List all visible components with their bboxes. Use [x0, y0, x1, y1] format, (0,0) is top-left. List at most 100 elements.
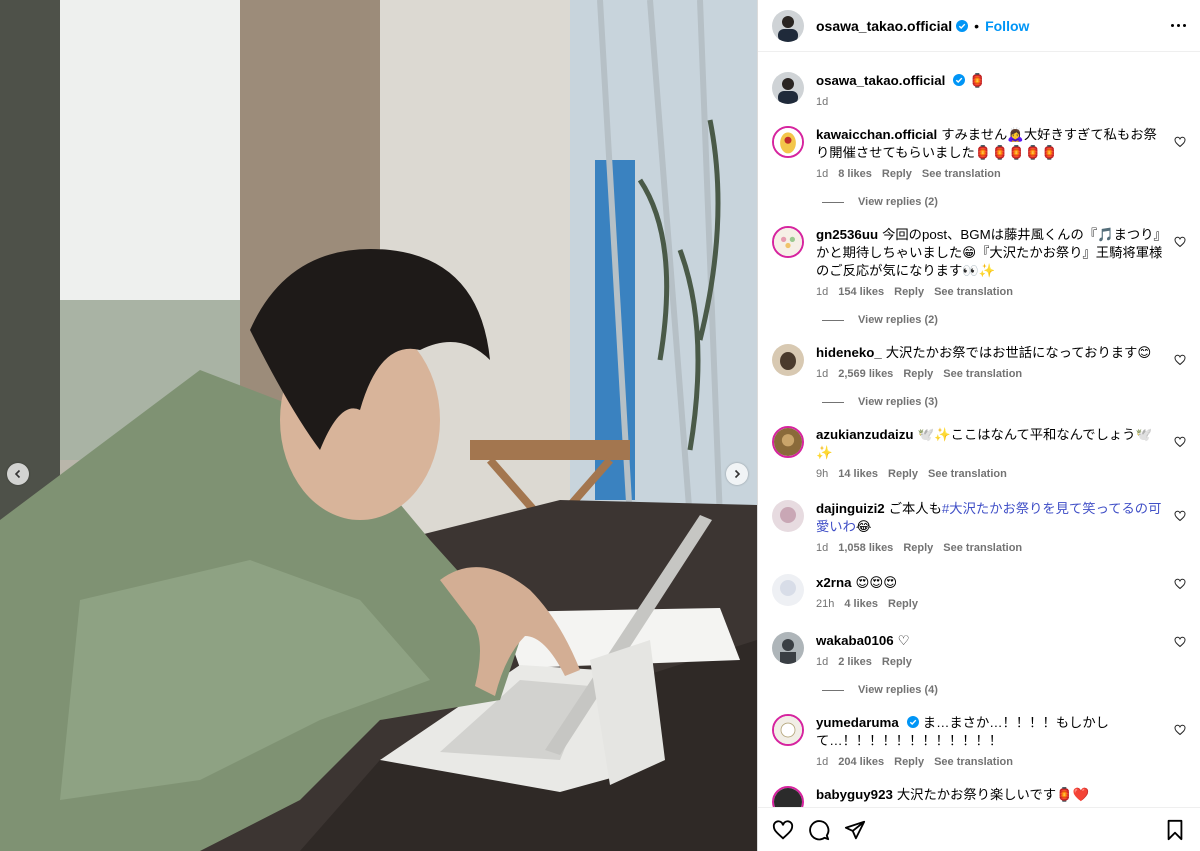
comment-time[interactable]: 1d	[816, 368, 828, 380]
reply-button[interactable]: Reply	[903, 542, 933, 554]
comment-item: yumedaruma ま…まさか…！！！！もしかして…！！！！！！！！！！！！ 1…	[772, 714, 1186, 768]
comment-item: kawaicchan.official すみません🙇‍♀️大好きすぎて私もお祭り開…	[772, 126, 1186, 180]
caption-avatar[interactable]	[772, 72, 804, 104]
commenter-avatar[interactable]	[772, 344, 804, 376]
previous-image-button[interactable]	[7, 463, 29, 485]
comment-username[interactable]: kawaicchan.official	[816, 127, 937, 142]
save-button[interactable]	[1164, 819, 1186, 841]
comment-likes[interactable]: 154 likes	[838, 286, 884, 298]
see-translation-button[interactable]: See translation	[922, 168, 1001, 180]
like-comment-heart-icon[interactable]	[1174, 136, 1186, 148]
next-image-button[interactable]	[726, 463, 748, 485]
view-replies-button[interactable]: View replies (2)	[822, 196, 1186, 208]
comment-text: ご本人も	[888, 501, 942, 516]
comment-likes[interactable]: 14 likes	[838, 468, 878, 480]
view-replies-button[interactable]: View replies (2)	[822, 314, 1186, 326]
comment-username[interactable]: yumedaruma	[816, 715, 899, 730]
comment-likes[interactable]: 1,058 likes	[838, 542, 893, 554]
reply-button[interactable]: Reply	[903, 368, 933, 380]
author-avatar[interactable]	[772, 9, 804, 42]
reply-button[interactable]: Reply	[894, 286, 924, 298]
comment-likes[interactable]: 2,569 likes	[838, 368, 893, 380]
comment-text: 大沢たかお祭り楽しいです🏮❤️	[896, 787, 1090, 802]
commenter-avatar[interactable]	[772, 500, 804, 532]
more-options-button[interactable]	[1171, 24, 1186, 27]
comment-text: 大沢たかお祭ではお世話になっております😊	[885, 345, 1152, 360]
commenter-avatar[interactable]	[772, 226, 804, 258]
view-replies-button[interactable]: View replies (3)	[822, 396, 1186, 408]
see-translation-button[interactable]: See translation	[928, 468, 1007, 480]
chevron-right-icon	[734, 469, 741, 479]
like-comment-heart-icon[interactable]	[1174, 510, 1186, 522]
commenter-avatar[interactable]	[772, 126, 804, 158]
post-side-panel: osawa_takao.official • Follow osawa_taka…	[757, 0, 1200, 851]
like-comment-heart-icon[interactable]	[1174, 436, 1186, 448]
comment-text: ♡	[897, 633, 910, 648]
see-translation-button[interactable]: See translation	[943, 368, 1022, 380]
verified-icon	[953, 74, 966, 86]
reply-button[interactable]: Reply	[894, 756, 924, 768]
comment-button[interactable]	[808, 819, 830, 841]
caption-username[interactable]: osawa_takao.official	[816, 73, 945, 88]
comment-username[interactable]: wakaba0106	[816, 633, 894, 648]
post-media	[0, 0, 757, 851]
action-bar	[758, 807, 1200, 851]
comment-item: hideneko_ 大沢たかお祭ではお世話になっております😊 1d 2,569 li…	[772, 344, 1186, 380]
comment-username[interactable]: gn2536uu	[816, 227, 878, 242]
see-translation-button[interactable]: See translation	[934, 756, 1013, 768]
comment-text-end: 😂	[855, 519, 872, 534]
like-comment-heart-icon[interactable]	[1174, 578, 1186, 590]
post-caption: osawa_takao.official 🏮 1d	[772, 52, 1186, 126]
like-button[interactable]	[772, 819, 794, 841]
like-comment-heart-icon[interactable]	[1174, 636, 1186, 648]
comment-likes[interactable]: 8 likes	[838, 168, 872, 180]
save-icon	[1167, 819, 1183, 840]
author-username[interactable]: osawa_takao.official	[816, 18, 952, 34]
comment-username[interactable]: azukianzudaizu	[816, 427, 914, 442]
share-icon	[844, 820, 866, 839]
caption-time[interactable]: 1d	[816, 96, 828, 108]
commenter-avatar[interactable]	[772, 426, 804, 458]
post-photo	[0, 0, 757, 851]
comment-username[interactable]: x2rna	[816, 575, 851, 590]
chevron-left-icon	[14, 469, 21, 479]
comment-time[interactable]: 1d	[816, 168, 828, 180]
like-comment-heart-icon[interactable]	[1174, 354, 1186, 366]
commenter-avatar[interactable]	[772, 714, 804, 746]
comment-time[interactable]: 1d	[816, 542, 828, 554]
comment-item: azukianzudaizu 🕊️✨ここはなんて平和なんでしょう🕊️✨ 9h 14 …	[772, 426, 1186, 480]
commenter-avatar[interactable]	[772, 632, 804, 664]
view-replies-button[interactable]: View replies (4)	[822, 684, 1186, 696]
comment-time[interactable]: 9h	[816, 468, 828, 480]
separator-dot: •	[974, 17, 980, 34]
comment-time[interactable]: 1d	[816, 286, 828, 298]
reply-button[interactable]: Reply	[882, 656, 912, 668]
comment-item: gn2536uu 今回のpost、BGMは藤井風くんの『🎵まつり』かと期待しちゃい…	[772, 226, 1186, 298]
comment-item: dajinguizi2 ご本人も#大沢たかお祭りを見て笑ってるの可愛いわ😂 1d 1…	[772, 500, 1186, 554]
comments-list[interactable]: osawa_takao.official 🏮 1d kawaicchan.off…	[758, 52, 1200, 851]
comment-username[interactable]: babyguy923	[816, 787, 893, 802]
caption-emoji: 🏮	[969, 73, 986, 88]
verified-icon	[956, 19, 969, 32]
comment-likes[interactable]: 4 likes	[844, 598, 878, 610]
comment-icon	[809, 819, 830, 840]
comment-likes[interactable]: 2 likes	[838, 656, 872, 668]
share-button[interactable]	[844, 819, 866, 841]
see-translation-button[interactable]: See translation	[934, 286, 1013, 298]
comment-time[interactable]: 21h	[816, 598, 834, 610]
comment-username[interactable]: hideneko_	[816, 345, 882, 360]
reply-button[interactable]: Reply	[888, 468, 918, 480]
comment-time[interactable]: 1d	[816, 656, 828, 668]
like-comment-heart-icon[interactable]	[1174, 236, 1186, 248]
reply-button[interactable]: Reply	[888, 598, 918, 610]
like-comment-heart-icon[interactable]	[1174, 724, 1186, 736]
see-translation-button[interactable]: See translation	[943, 542, 1022, 554]
post-header: osawa_takao.official • Follow	[758, 0, 1200, 52]
comment-username[interactable]: dajinguizi2	[816, 501, 885, 516]
reply-button[interactable]: Reply	[882, 168, 912, 180]
follow-button[interactable]: Follow	[985, 18, 1029, 34]
comment-likes[interactable]: 204 likes	[838, 756, 884, 768]
comment-item: wakaba0106 ♡ 1d 2 likes Reply	[772, 632, 1186, 668]
comment-time[interactable]: 1d	[816, 756, 828, 768]
commenter-avatar[interactable]	[772, 574, 804, 606]
